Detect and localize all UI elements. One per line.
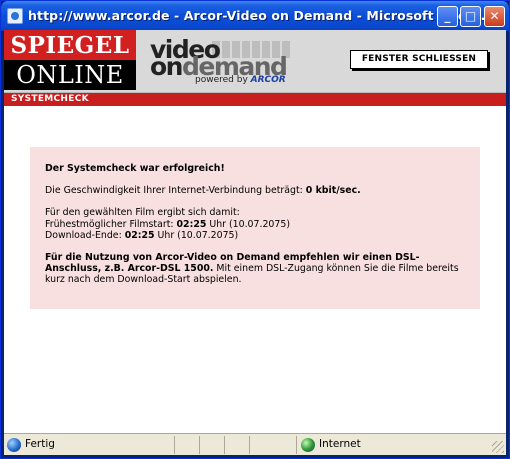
resize-grip[interactable] bbox=[492, 441, 504, 453]
close-window-link-button[interactable]: FENSTER SCHLIESSEN bbox=[350, 50, 488, 69]
status-text: Fertig bbox=[25, 438, 55, 450]
title-bar[interactable]: http://www.arcor.de - Arcor-Video on Dem… bbox=[1, 1, 509, 31]
video-on-demand-logo: video ondemand powered by ARCOR bbox=[150, 37, 310, 88]
start-label: Frühestmöglicher Filmstart: bbox=[45, 218, 177, 230]
minimize-button[interactable]: _ bbox=[437, 6, 458, 27]
status-divider bbox=[174, 436, 175, 454]
logo-online-text: ONLINE bbox=[4, 60, 136, 90]
page-icon bbox=[7, 438, 21, 452]
systemcheck-result-box: Der Systemcheck war erfolgreich! Die Ges… bbox=[30, 147, 480, 309]
internet-explorer-icon bbox=[7, 8, 23, 24]
arcor-brand: ARCOR bbox=[250, 75, 286, 85]
status-divider bbox=[249, 436, 250, 454]
start-date: Uhr (10.07.2075) bbox=[206, 218, 290, 230]
start-time: 02:25 bbox=[176, 218, 207, 230]
result-headline: Der Systemcheck war erfolgreich! bbox=[45, 163, 225, 174]
spiegel-online-logo[interactable]: SPIEGEL ONLINE bbox=[4, 30, 136, 90]
status-divider bbox=[224, 436, 225, 454]
powered-by-text: powered by bbox=[195, 75, 248, 85]
maximize-button[interactable]: □ bbox=[460, 6, 481, 27]
film-times: Für den gewählten Film ergibt sich damit… bbox=[45, 207, 465, 241]
security-zone-text: Internet bbox=[319, 438, 361, 450]
end-date: Uhr (10.07.2075) bbox=[154, 229, 239, 241]
powered-by-line: powered by ARCOR bbox=[195, 75, 286, 85]
logo-spiegel-text: SPIEGEL bbox=[4, 30, 136, 60]
end-time: 02:25 bbox=[124, 229, 155, 241]
internet-zone-icon bbox=[301, 438, 315, 452]
page-header: SPIEGEL ONLINE video ondemand powered by… bbox=[4, 30, 506, 93]
speed-line: Die Geschwindigkeit Ihrer Internet-Verbi… bbox=[45, 185, 465, 196]
status-bar: Fertig Internet bbox=[4, 433, 506, 455]
close-window-button[interactable]: ✕ bbox=[484, 6, 505, 27]
speed-label: Die Geschwindigkeit Ihrer Internet-Verbi… bbox=[45, 185, 306, 197]
end-label: Download-Ende: bbox=[45, 229, 125, 241]
film-intro: Für den gewählten Film ergibt sich damit… bbox=[45, 207, 240, 219]
speed-value: 0 kbit/sec. bbox=[305, 185, 361, 197]
status-divider bbox=[199, 436, 200, 454]
page-content: SPIEGEL ONLINE video ondemand powered by… bbox=[4, 30, 506, 433]
dsl-recommendation: Für die Nutzung von Arcor-Video on Deman… bbox=[45, 252, 465, 286]
logo-on-text: on bbox=[150, 52, 183, 81]
status-divider bbox=[296, 436, 297, 454]
section-bar: SYSTEMCHECK bbox=[4, 93, 506, 106]
window-title: http://www.arcor.de - Arcor-Video on Dem… bbox=[28, 8, 486, 23]
